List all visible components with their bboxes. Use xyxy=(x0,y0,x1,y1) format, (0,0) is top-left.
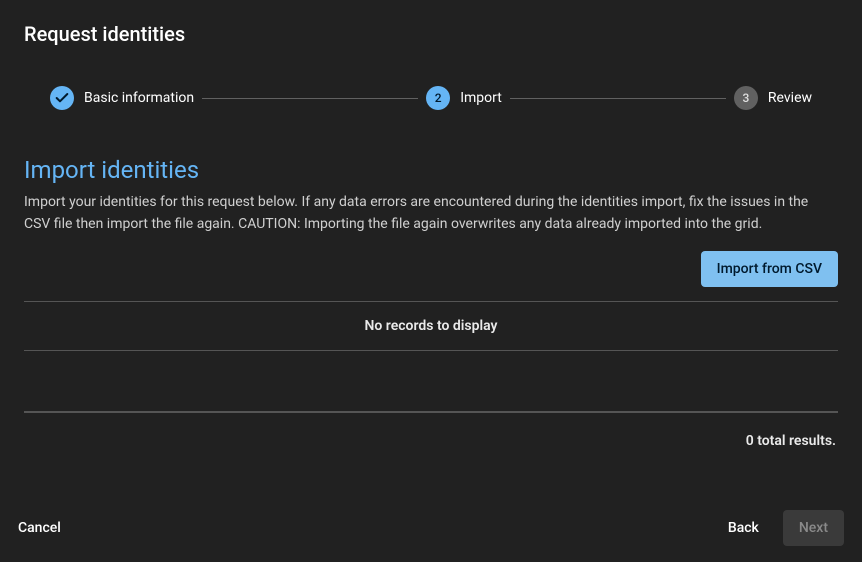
back-button[interactable]: Back xyxy=(712,510,775,546)
dialog-footer: Cancel Back Next xyxy=(0,494,862,562)
section-title: Import identities xyxy=(24,156,838,184)
cancel-button[interactable]: Cancel xyxy=(18,510,77,546)
step-label: Basic information xyxy=(84,90,194,106)
step-basic-information[interactable]: Basic information xyxy=(50,86,194,110)
step-label: Review xyxy=(768,90,812,106)
wizard-stepper: Basic information 2 Import 3 Review xyxy=(0,62,862,122)
dialog-title: Request identities xyxy=(24,22,838,46)
import-actions: Import from CSV xyxy=(24,251,838,287)
step-label: Import xyxy=(460,90,502,106)
section-description: Import your identities for this request … xyxy=(24,192,838,235)
grid-empty-message: No records to display xyxy=(365,318,498,334)
results-summary: 0 total results. xyxy=(24,413,838,449)
step-review[interactable]: 3 Review xyxy=(734,86,812,110)
check-icon xyxy=(50,86,74,110)
request-identities-dialog: Request identities Basic information 2 I… xyxy=(0,0,862,562)
step-number-icon: 2 xyxy=(426,86,450,110)
step-connector xyxy=(510,98,726,99)
import-from-csv-button[interactable]: Import from CSV xyxy=(701,251,838,287)
step-connector xyxy=(202,98,418,99)
dialog-header: Request identities xyxy=(0,0,862,62)
next-button[interactable]: Next xyxy=(783,510,844,546)
step-import[interactable]: 2 Import xyxy=(426,86,502,110)
identities-grid: No records to display xyxy=(24,301,838,351)
step-number-icon: 3 xyxy=(734,86,758,110)
dialog-content: Import identities Import your identities… xyxy=(0,122,862,494)
